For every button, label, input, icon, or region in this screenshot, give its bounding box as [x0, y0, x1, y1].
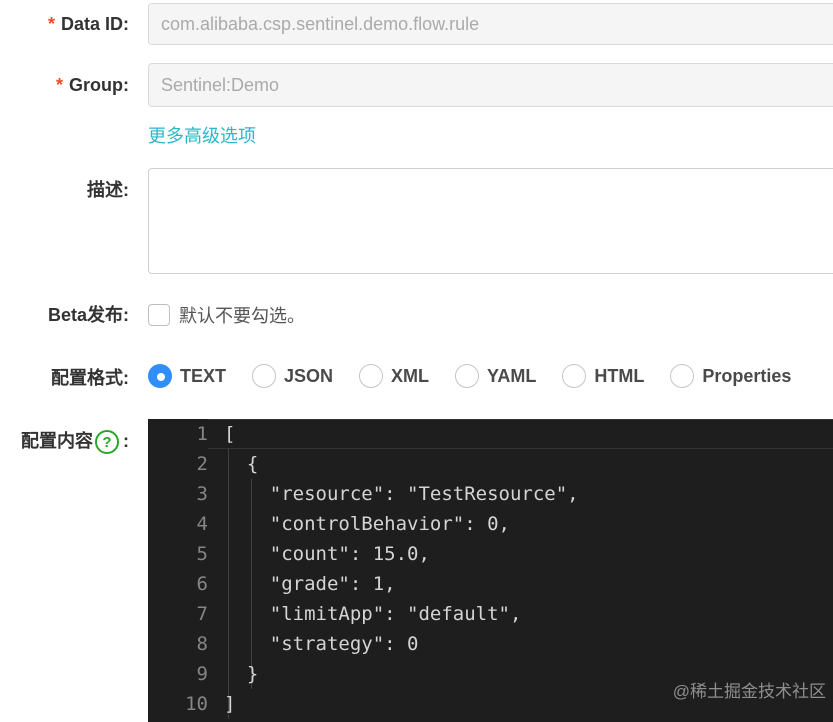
group-label: * Group: [55, 75, 129, 95]
code-line: ] [224, 693, 236, 715]
radio-circle[interactable] [359, 364, 384, 388]
description-textarea[interactable] [148, 168, 833, 274]
data-id-input[interactable]: com.alibaba.csp.sentinel.demo.flow.rule [148, 3, 833, 45]
code-line: "grade": 1, [224, 573, 396, 595]
code-line: } [224, 663, 259, 685]
line-number-gutter: 1 2 3 4 5 6 7 8 9 10 [148, 419, 208, 722]
line-number: 9 [196, 663, 208, 685]
format-radio-group: TEXT JSON XML YAML HTML Properties [148, 364, 817, 388]
description-label: 描述: [87, 180, 129, 200]
beta-checkbox[interactable] [148, 304, 170, 326]
group-input[interactable]: Sentinel:Demo [148, 63, 833, 107]
code-line: "count": 15.0, [224, 543, 430, 565]
format-radio-json[interactable]: JSON [252, 364, 333, 388]
beta-checkbox-row[interactable]: 默认不要勾选。 [148, 302, 305, 328]
watermark: @稀土掘金技术社区 [672, 682, 826, 701]
line-number: 5 [196, 543, 208, 565]
format-radio-yaml[interactable]: YAML [455, 364, 536, 388]
beta-label: Beta发布: [47, 305, 129, 325]
data-id-label: * Data ID: [47, 14, 129, 34]
code-line: "resource": "TestResource", [224, 483, 579, 505]
radio-circle[interactable] [148, 364, 172, 388]
line-number: 7 [196, 603, 208, 625]
advanced-options-link[interactable]: 更多高级选项 [148, 124, 256, 148]
radio-circle[interactable] [252, 364, 277, 388]
format-radio-xml[interactable]: XML [359, 364, 429, 388]
radio-circle[interactable] [562, 364, 587, 388]
content-label: 配置内容?: [21, 429, 129, 455]
radio-circle[interactable] [670, 364, 695, 388]
code-line: "limitApp": "default", [224, 603, 522, 625]
line-number: 1 [196, 423, 208, 445]
line-number: 3 [196, 483, 208, 505]
code-line: "controlBehavior": 0, [224, 513, 510, 535]
required-mark: * [47, 14, 55, 34]
line-number: 2 [196, 453, 208, 475]
format-radio-text[interactable]: TEXT [148, 364, 226, 388]
format-radio-properties[interactable]: Properties [670, 364, 791, 388]
radio-circle[interactable] [455, 364, 480, 388]
required-mark: * [55, 75, 63, 95]
line-number: 8 [196, 633, 208, 655]
code-line: { [224, 453, 259, 475]
line-number: 6 [196, 573, 208, 595]
help-icon[interactable]: ? [95, 430, 119, 455]
line-number: 4 [196, 513, 208, 535]
code-line: [ [224, 423, 236, 445]
code-editor[interactable]: 1 2 3 4 5 6 7 8 9 10 [ { "resource": "TestResourc… [148, 419, 833, 722]
beta-checkbox-text: 默认不要勾选。 [179, 306, 305, 326]
code-line: "strategy": 0 [224, 633, 419, 655]
line-number: 10 [185, 693, 208, 715]
format-label: 配置格式: [51, 368, 129, 388]
format-radio-html[interactable]: HTML [562, 364, 644, 388]
